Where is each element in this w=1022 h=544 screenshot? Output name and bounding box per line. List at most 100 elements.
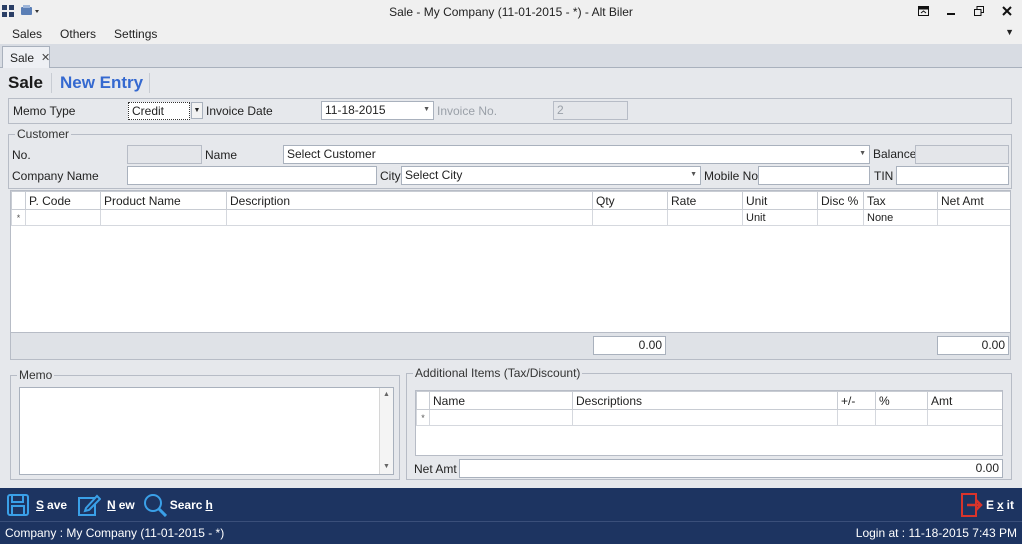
tab-label: Sale — [10, 50, 35, 65]
memo-type-dropdown-icon[interactable]: ▼ — [191, 102, 203, 119]
product-grid-header: P. Code Product Name Description Qty Rat… — [11, 191, 1010, 210]
col-header-tax[interactable]: Tax — [863, 191, 938, 210]
save-icon — [7, 493, 29, 516]
col-header-descriptions[interactable]: Descriptions — [572, 391, 838, 410]
cell-description[interactable] — [226, 209, 593, 226]
cell-amt[interactable] — [927, 409, 1002, 426]
exit-button[interactable]: Ex it — [960, 492, 1014, 517]
tab-close-icon[interactable]: ✕ — [41, 51, 50, 64]
new-button[interactable]: New — [77, 493, 135, 517]
chevron-down-icon[interactable]: ▼ — [859, 150, 866, 157]
minimize-icon[interactable] — [944, 4, 958, 18]
product-grid[interactable]: P. Code Product Name Description Qty Rat… — [10, 190, 1011, 333]
additional-net-amt-field: 0.00 — [459, 459, 1003, 478]
maximize-icon[interactable] — [972, 4, 986, 18]
row-indicator-header — [11, 191, 26, 210]
customer-no-field — [127, 145, 202, 164]
table-row[interactable]: * Unit None — [11, 209, 1010, 226]
save-label-post: ave — [47, 497, 68, 512]
cell-rate[interactable] — [667, 209, 743, 226]
invoice-date-value: 11-18-2015 — [325, 103, 386, 117]
search-button[interactable]: Searc h — [143, 493, 216, 517]
exit-label-post: it — [1006, 497, 1014, 512]
cell-tax[interactable]: None — [863, 209, 938, 226]
city-select[interactable]: Select City ▼ — [401, 166, 701, 185]
col-header-percent[interactable]: % — [875, 391, 928, 410]
customer-name-value: Select Customer — [287, 147, 376, 161]
memo-type-select[interactable]: Credit — [128, 102, 190, 120]
mobile-no-input[interactable] — [758, 166, 870, 185]
col-header-amt[interactable]: Amt — [927, 391, 1002, 410]
cell-unit[interactable]: Unit — [742, 209, 818, 226]
col-header-p-code[interactable]: P. Code — [25, 191, 101, 210]
memo-type-label: Memo Type — [13, 104, 76, 118]
balance-label: Balance — [873, 147, 917, 161]
new-row-marker: * — [416, 409, 430, 426]
page-heading: Sale New Entry — [8, 72, 151, 94]
additional-net-amt-label: Net Amt — [414, 462, 457, 476]
additional-items-table: Name Descriptions +/- % Amt * — [416, 391, 1002, 426]
balance-field — [915, 145, 1009, 164]
memo-type-value: Credit — [132, 104, 165, 118]
scroll-down-icon[interactable]: ▼ — [380, 460, 393, 474]
customer-name-select[interactable]: Select Customer ▼ — [283, 145, 870, 164]
additional-items-grid[interactable]: Name Descriptions +/- % Amt * — [415, 390, 1003, 456]
col-header-rate[interactable]: Rate — [667, 191, 743, 210]
table-row[interactable]: * — [416, 409, 1002, 426]
additional-grid-header: Name Descriptions +/- % Amt — [416, 391, 1002, 410]
customer-name-label: Name — [205, 148, 238, 162]
invoice-no-label: Invoice No. — [437, 104, 498, 118]
total-qty-value: 0.00 — [638, 338, 662, 352]
cell-disc[interactable] — [817, 209, 864, 226]
col-header-qty[interactable]: Qty — [592, 191, 668, 210]
col-header-description[interactable]: Description — [226, 191, 593, 210]
app-grid-icon[interactable] — [2, 5, 14, 17]
menu-item-settings[interactable]: Settings — [114, 27, 157, 41]
tin-input[interactable] — [896, 166, 1009, 185]
menu-bar: Sales Others Settings ▼ — [0, 24, 1022, 44]
col-header-disc[interactable]: Disc % — [817, 191, 864, 210]
col-header-unit[interactable]: Unit — [742, 191, 818, 210]
invoice-date-label: Invoice Date — [206, 104, 273, 118]
cell-p-code[interactable] — [25, 209, 101, 226]
company-name-input[interactable] — [127, 166, 377, 185]
chevron-down-icon[interactable]: ▼ — [690, 171, 697, 178]
search-icon — [143, 493, 167, 517]
chevron-down-icon[interactable]: ▼ — [423, 106, 430, 113]
exit-label-pre: E — [985, 497, 994, 512]
cell-name[interactable] — [429, 409, 573, 426]
customer-no-label: No. — [12, 148, 31, 162]
menu-item-others[interactable]: Others — [60, 27, 96, 41]
product-table: P. Code Product Name Description Qty Rat… — [11, 191, 1010, 226]
city-value: Select City — [405, 168, 463, 182]
window-title: Sale - My Company (11-01-2015 - *) - Alt… — [389, 5, 633, 19]
cell-product-name[interactable] — [100, 209, 227, 226]
close-icon[interactable] — [1000, 4, 1014, 18]
city-label: City — [380, 169, 401, 183]
cell-descriptions[interactable] — [572, 409, 838, 426]
tab-sale[interactable]: Sale ✕ — [2, 46, 50, 68]
action-bar: Save New Searc h Ex it — [0, 488, 1022, 521]
restore-layout-icon[interactable] — [916, 4, 930, 18]
chevron-down-icon[interactable]: ▼ — [1005, 27, 1014, 37]
document-tab-strip: Sale ✕ — [0, 44, 1022, 68]
cell-qty[interactable] — [592, 209, 668, 226]
memo-textarea[interactable]: ▲ ▼ — [19, 387, 394, 475]
new-label-key: N — [107, 497, 116, 512]
invoice-no-field: 2 — [553, 101, 628, 120]
col-header-plus-minus[interactable]: +/- — [837, 391, 876, 410]
save-button[interactable]: Save — [6, 493, 67, 517]
mobile-no-label: Mobile No. — [704, 169, 762, 183]
col-header-net-amt[interactable]: Net Amt — [937, 191, 1010, 210]
col-header-product-name[interactable]: Product Name — [100, 191, 227, 210]
cell-percent[interactable] — [875, 409, 928, 426]
row-indicator-header — [416, 391, 430, 410]
cell-net-amt[interactable] — [937, 209, 1010, 226]
invoice-date-picker[interactable]: 11-18-2015 ▼ — [321, 101, 434, 120]
col-header-name[interactable]: Name — [429, 391, 573, 410]
quick-access-customize-icon[interactable] — [20, 4, 42, 18]
scroll-up-icon[interactable]: ▲ — [380, 388, 393, 402]
memo-scrollbar[interactable]: ▲ ▼ — [379, 388, 393, 474]
menu-item-sales[interactable]: Sales — [12, 27, 42, 41]
cell-plus-minus[interactable] — [837, 409, 876, 426]
